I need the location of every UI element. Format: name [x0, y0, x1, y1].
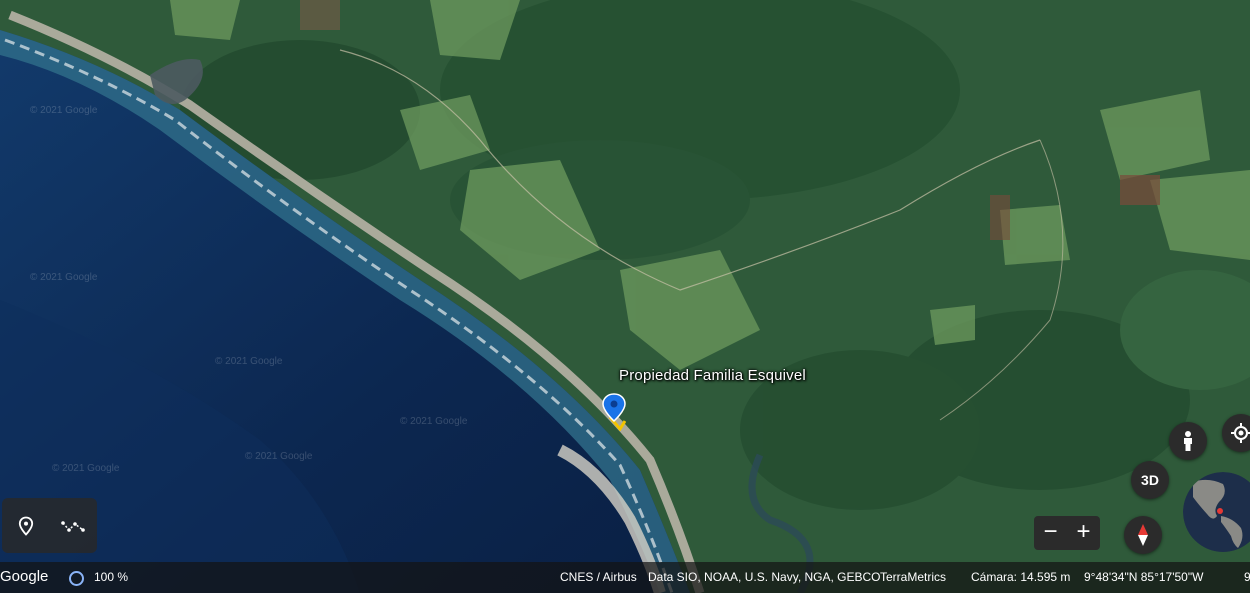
status-bar: Google 100 % CNES / Airbus Data SIO, NOA…	[0, 562, 1250, 593]
my-location-icon	[1231, 423, 1250, 443]
attribution-data: Data SIO, NOAA, U.S. Navy, NGA, GEBCO	[648, 570, 881, 584]
map-watermark: © 2021 Google	[52, 463, 120, 474]
zoom-control: − +	[1034, 516, 1100, 550]
compass-icon	[1138, 524, 1148, 546]
add-placemark-button[interactable]	[10, 510, 42, 542]
map-watermark: © 2021 Google	[400, 416, 468, 427]
drawing-tools-panel	[2, 498, 97, 553]
map-watermark: © 2021 Google	[245, 451, 313, 462]
map-watermark: © 2021 Google	[215, 356, 283, 367]
path-icon	[61, 520, 86, 532]
zoom-in-button[interactable]: +	[1069, 518, 1099, 548]
location-pin-icon[interactable]	[602, 393, 627, 432]
street-view-button[interactable]	[1169, 422, 1207, 460]
google-logo: Google	[0, 568, 49, 585]
camera-altitude: Cámara: 14.595 m	[971, 570, 1071, 584]
loading-ring-icon	[69, 571, 84, 586]
compass-button[interactable]	[1124, 516, 1162, 554]
pegman-icon	[1184, 431, 1192, 451]
attribution-imagery: CNES / Airbus	[560, 570, 637, 584]
add-path-button[interactable]	[57, 510, 89, 542]
map-watermark: © 2021 Google	[30, 105, 98, 116]
map-watermark: © 2021 Google	[30, 272, 98, 283]
load-percent: 100 %	[94, 570, 129, 584]
zoom-out-button[interactable]: −	[1036, 518, 1066, 548]
truncated-text: 9	[1244, 570, 1250, 584]
attribution-terrametrics: TerraMetrics	[880, 570, 947, 584]
toggle-3d-button[interactable]: 3D	[1131, 461, 1169, 499]
placemark-label[interactable]: Propiedad Familia Esquivel	[619, 367, 806, 384]
satellite-map[interactable]	[0, 0, 1250, 593]
cursor-coordinates: 9°48'34"N 85°17'50"W	[1084, 570, 1204, 584]
pin-outline-icon	[18, 516, 33, 536]
